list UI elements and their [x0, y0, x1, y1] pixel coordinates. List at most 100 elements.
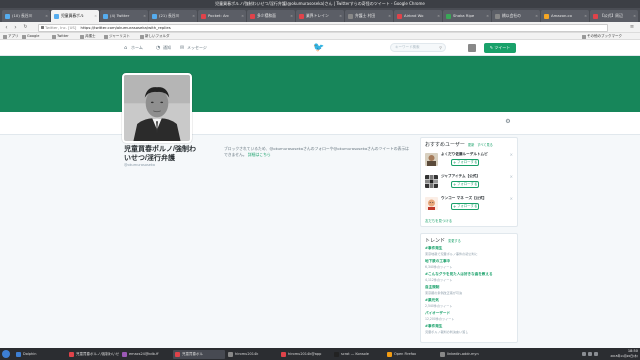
taskbar-item[interactable]: scrot — Konsole: [332, 350, 384, 359]
who-to-follow-panel: おすすめユーザー 更新 すべて見る よくだり佐藤ルーデルトムピ + フォローする × …: [420, 137, 518, 227]
dismiss-icon[interactable]: ×: [510, 196, 513, 201]
profile-handle[interactable]: @okumurasoseka: [124, 163, 155, 167]
menu-icon[interactable]: ≡: [628, 24, 636, 31]
back-arrow-icon[interactable]: ‹: [3, 24, 10, 31]
nav-notifications[interactable]: ◔ 通知: [156, 44, 171, 52]
taskbar-item[interactable]: hiromu2014k@app: [279, 350, 331, 359]
taskbar-item[interactable]: emacs24@kdb-ff: [120, 350, 172, 359]
tab-close-icon[interactable]: ×: [290, 10, 293, 22]
tab-close-icon[interactable]: ×: [143, 10, 146, 22]
suggested-user-name[interactable]: ジャブアイテム【公式】: [441, 174, 513, 179]
network-icon[interactable]: [582, 352, 586, 356]
taskbar-item[interactable]: hiromu2014k: [226, 350, 278, 359]
browser-tab[interactable]: (10) 長谷川 ×: [2, 10, 50, 22]
browser-tab[interactable]: 弁護士 村田 ×: [345, 10, 393, 22]
trend-item[interactable]: #菓元気 2,540件のツイート: [425, 298, 513, 308]
browser-tab[interactable]: 業界トレイン ×: [296, 10, 344, 22]
dismiss-icon[interactable]: ×: [510, 152, 513, 157]
follow-button[interactable]: + フォローする: [451, 159, 479, 166]
browser-tab[interactable]: Amazon.co ×: [541, 10, 589, 22]
tab-close-icon[interactable]: ×: [339, 10, 342, 22]
tab-close-icon[interactable]: ×: [633, 10, 636, 22]
browser-tab[interactable]: (4) Twitter ×: [100, 10, 148, 22]
start-menu-icon[interactable]: [2, 350, 10, 358]
nav-home[interactable]: ⌂ ホーム: [124, 44, 143, 52]
trend-item[interactable]: 自主規制 東京都の条例改正案が可決: [425, 285, 513, 295]
twitter-bird-icon[interactable]: 🐦: [313, 43, 324, 53]
gear-icon[interactable]: ⚙: [504, 118, 512, 126]
tab-close-icon[interactable]: ×: [94, 10, 97, 22]
bookmark-new-folder[interactable]: 新しいフォルダ: [140, 33, 170, 40]
suggested-user-avatar[interactable]: [425, 175, 438, 188]
trend-item[interactable]: #事件発生 児童ポルノ裁判の判決言い渡し: [425, 324, 513, 334]
tab-label: 弁護士 村田: [355, 13, 376, 18]
nav-messages[interactable]: ✉ メッセージ: [180, 44, 207, 52]
tab-favicon-icon: [348, 13, 353, 19]
taskbar-app-icon: [387, 351, 392, 357]
browser-tab[interactable]: 多少穏和面 ×: [247, 10, 295, 22]
suggested-user-name[interactable]: よくだり佐藤ルーデルトムピ: [441, 152, 513, 157]
suggested-user-avatar[interactable]: [425, 153, 438, 166]
tweet-button[interactable]: ✎ ツイート: [484, 43, 516, 53]
tab-label: (10) 長谷川: [12, 13, 33, 18]
account-avatar[interactable]: [468, 44, 476, 52]
browser-tab[interactable]: Shaka Ripe ×: [443, 10, 491, 22]
suggested-user-avatar[interactable]: [425, 197, 438, 210]
tab-label: Pocket: Arc: [208, 13, 230, 18]
battery-icon[interactable]: [594, 352, 598, 356]
taskbar-item-label: hiromu2014k@app: [288, 351, 322, 356]
dismiss-icon[interactable]: ×: [510, 174, 513, 179]
learn-more-link[interactable]: 詳細はこちら: [248, 152, 271, 157]
tab-close-icon[interactable]: ×: [45, 10, 48, 22]
browser-tab[interactable]: 【公式】周辺 ×: [590, 10, 638, 22]
address-bar: ‹ › ↻ Twitter, Inc. [US] https://twitter…: [0, 22, 640, 33]
browser-tab[interactable]: 橋以会社の ×: [492, 10, 540, 22]
taskbar-item[interactable]: 児童買春ポル: [173, 349, 225, 359]
taskbar-item[interactable]: linkedin-addr-myn: [438, 350, 490, 359]
trend-item[interactable]: 地下鉄の工事中 6,340件のツイート: [425, 259, 513, 269]
profile-nav: ⚙: [0, 112, 640, 135]
bookmark-lawyer[interactable]: 弁護士: [80, 33, 96, 40]
tab-close-icon[interactable]: ×: [241, 10, 244, 22]
tab-close-icon[interactable]: ×: [535, 10, 538, 22]
bookmark-journalist[interactable]: ジャーリスト: [104, 33, 130, 40]
url-input[interactable]: Twitter, Inc. [US] https://twitter.com/o…: [38, 23, 608, 32]
suggested-user-name[interactable]: ウンコー マネ ーズ【公式】: [441, 196, 513, 201]
change-trends-link[interactable]: 変更する: [448, 239, 461, 243]
taskbar-item[interactable]: Dolphin: [14, 350, 66, 359]
bookmark-twitter[interactable]: Twitter: [52, 33, 69, 40]
browser-tab[interactable]: (21) 長谷川 ×: [149, 10, 197, 22]
search-input[interactable]: キーワード検索 ⚲: [390, 43, 446, 52]
tab-favicon-icon: [5, 13, 10, 19]
tab-close-icon[interactable]: ×: [388, 10, 391, 22]
refresh-link[interactable]: 更新: [468, 143, 474, 147]
browser-tab[interactable]: 児童買春ポル ×: [51, 10, 99, 22]
tab-close-icon[interactable]: ×: [192, 10, 195, 22]
follow-button[interactable]: + フォローする: [451, 181, 479, 188]
browser-tab[interactable]: Pocket: Arc ×: [198, 10, 246, 22]
bookmark-google[interactable]: Google: [22, 33, 39, 40]
forward-arrow-icon[interactable]: ›: [12, 24, 19, 31]
volume-icon[interactable]: [588, 352, 592, 356]
lock-icon: [40, 26, 44, 29]
trend-item[interactable]: パイオーザード 12,200件のツイート: [425, 311, 513, 321]
reload-icon[interactable]: ↻: [22, 24, 29, 31]
follow-icon: +: [453, 160, 457, 165]
taskbar-item[interactable]: 児童買春ポルノ/強制わいせつ: [67, 350, 119, 359]
trend-item[interactable]: #事件発生 東京地裁で児童ポルノ事件の初公判に: [425, 246, 513, 256]
clock[interactable]: 18:50 2015年11月20日(木): [610, 349, 638, 359]
bookmark-other[interactable]: その他のブックマーク: [582, 33, 622, 40]
follow-button[interactable]: + フォローする: [451, 203, 479, 210]
trend-item[interactable]: #こんなグラを見た人は好きな曲を教える 4,112件のツイート: [425, 272, 513, 282]
tab-close-icon[interactable]: ×: [437, 10, 440, 22]
tab-close-icon[interactable]: ×: [486, 10, 489, 22]
tab-close-icon[interactable]: ×: [584, 10, 587, 22]
profile-avatar[interactable]: [122, 73, 192, 143]
find-friends-link[interactable]: 友だちを見つける: [425, 218, 452, 223]
taskbar-item[interactable]: Open Firefox: [385, 350, 437, 359]
trends-panel: トレンド 変更する #事件発生 東京地裁で児童ポルノ事件の初公判に 地下鉄の工事中 6…: [420, 233, 518, 343]
view-all-link[interactable]: すべて見る: [477, 143, 493, 147]
system-tray: 18:50 2015年11月20日(木): [540, 348, 640, 360]
browser-tab[interactable]: Airbnd Wo ×: [394, 10, 442, 22]
bookmark-apps[interactable]: アプリ: [3, 33, 19, 40]
